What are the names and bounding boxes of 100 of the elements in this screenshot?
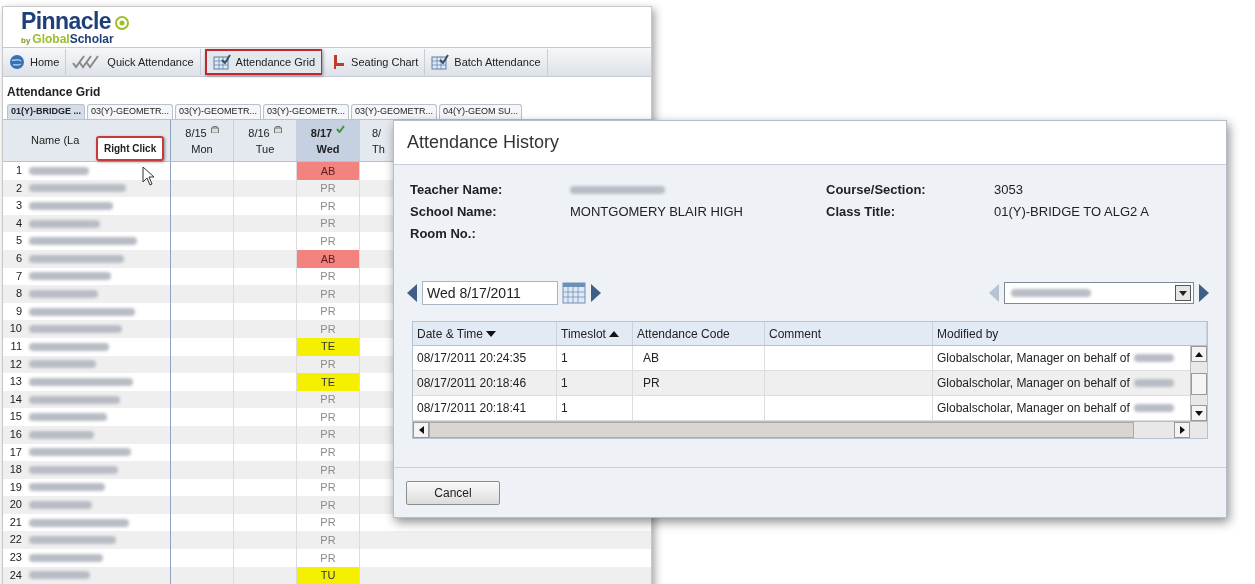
course-tab[interactable]: 03(Y)-GEOMETR... xyxy=(87,104,174,119)
cancel-button[interactable]: Cancel xyxy=(406,480,500,505)
row-number: 1 xyxy=(14,163,23,178)
blurred-text xyxy=(29,289,98,298)
toolbar-button[interactable]: Home xyxy=(3,49,67,75)
attendance-code[interactable]: PR xyxy=(297,232,359,250)
next-icon[interactable] xyxy=(590,283,602,303)
table-header[interactable]: Comment xyxy=(765,322,933,345)
scroll-left-icon xyxy=(418,426,424,434)
attendance-code[interactable]: PR xyxy=(297,302,359,321)
course-tab[interactable]: 03(Y)-GEOMETR... xyxy=(263,104,350,119)
row-number: 16 xyxy=(8,426,23,442)
column-header: Name (La xyxy=(31,133,80,149)
row-number: 22 xyxy=(8,532,23,548)
row-number: 20 xyxy=(8,497,23,513)
table-header[interactable]: Modified by xyxy=(933,322,1207,345)
scroll-down-icon xyxy=(1195,410,1203,416)
table-cell-text: Globalscholar, Manager on behalf of xyxy=(937,375,1130,392)
row-number: 6 xyxy=(14,250,23,266)
table-cell-text: Globalscholar, Manager on behalf of xyxy=(937,350,1130,367)
blurred-text xyxy=(29,501,92,510)
row-number: 4 xyxy=(14,215,23,231)
row-number: 13 xyxy=(8,374,23,390)
dropdown-icon xyxy=(1175,285,1191,301)
row-number: 18 xyxy=(8,462,23,478)
field-label: Course/Section: xyxy=(826,181,927,199)
vertical-scrollbar[interactable] xyxy=(1190,346,1207,421)
course-tab[interactable]: 03(Y)-GEOMETR... xyxy=(351,104,438,119)
table-header[interactable]: Timeslot xyxy=(557,322,633,345)
lock-icon xyxy=(273,124,282,133)
logo-title: Pinnacle xyxy=(21,9,111,33)
table-cell-text: 1 xyxy=(561,400,568,417)
row-number: 10 xyxy=(8,321,23,337)
right-click-callout: Right Click xyxy=(96,136,165,161)
day-name: Wed xyxy=(316,141,340,157)
table-cell-text: 08/17/2011 20:18:41 xyxy=(417,400,527,417)
student-dropdown[interactable] xyxy=(1004,282,1194,304)
toolbar-button[interactable]: Batch Attendance xyxy=(425,49,548,75)
table-cell-text: 1 xyxy=(561,350,568,367)
course-tab[interactable]: 01(Y)-BRIDGE ... xyxy=(7,104,85,119)
day-date: 8/ xyxy=(372,125,382,141)
row-number: 24 xyxy=(8,567,23,583)
table-cell-text: AB xyxy=(643,350,659,367)
scroll-right-icon xyxy=(1179,426,1185,434)
table-cell-text: 08/17/2011 20:24:35 xyxy=(417,350,527,367)
previous-icon[interactable] xyxy=(406,283,418,303)
dialog-title: Attendance History xyxy=(407,131,560,154)
attendance-code[interactable]: PR xyxy=(297,197,359,215)
attendance-code[interactable]: PR xyxy=(297,408,359,426)
field-label: Teacher Name: xyxy=(410,181,504,199)
row-number: 19 xyxy=(8,479,23,495)
row-number: 17 xyxy=(8,444,23,460)
attendance-code[interactable]: TE xyxy=(297,373,359,391)
table-header[interactable]: Attendance Code xyxy=(633,322,765,345)
table-cell-text: 08/17/2011 20:18:46 xyxy=(417,375,527,392)
field-value: 01(Y)-BRIDGE TO ALG2 A xyxy=(994,203,1149,221)
page-title: Attendance Grid xyxy=(6,84,102,101)
toolbar-button[interactable]: Seating Chart xyxy=(326,49,426,75)
calendar-icon[interactable] xyxy=(562,282,586,304)
blurred-text xyxy=(1133,404,1174,412)
attendance-code[interactable]: PR xyxy=(297,549,359,567)
field-label: Class Title: xyxy=(826,203,897,221)
date-field[interactable]: Wed 8/17/2011 xyxy=(422,281,558,305)
course-tab[interactable]: 04(Y)-GEOM SU... xyxy=(439,104,523,119)
attendance-code[interactable]: PR xyxy=(297,513,359,532)
blurred-text xyxy=(1133,379,1174,387)
toolbar-button[interactable]: Quick Attendance xyxy=(66,49,201,75)
attendance-code[interactable]: PR xyxy=(297,443,359,462)
day-date: 8/17 xyxy=(310,125,333,141)
attendance-code[interactable]: PR xyxy=(297,267,359,286)
row-number: 8 xyxy=(14,286,23,302)
next-icon[interactable] xyxy=(1198,283,1210,303)
check-icon xyxy=(336,124,346,133)
table-cell-text: PR xyxy=(643,375,660,392)
logo-icon xyxy=(115,16,129,30)
globe-icon xyxy=(9,54,25,70)
field-value: 3053 xyxy=(994,181,1023,199)
attendance-code[interactable]: AB xyxy=(297,162,359,180)
field-label: School Name: xyxy=(410,203,498,221)
row-number: 5 xyxy=(14,233,23,249)
field-value: MONTGOMERY BLAIR HIGH xyxy=(570,203,743,221)
row-number: 9 xyxy=(14,303,23,319)
horizontal-scrollbar[interactable] xyxy=(413,421,1207,438)
row-number: 21 xyxy=(8,514,23,530)
table-cell-text: Globalscholar, Manager on behalf of xyxy=(937,400,1130,417)
row-number: 14 xyxy=(8,391,23,407)
lock-icon xyxy=(210,124,219,133)
blurred-text xyxy=(29,166,89,175)
day-name: Th xyxy=(372,141,385,157)
course-tab[interactable]: 03(Y)-GEOMETR... xyxy=(175,104,262,119)
day-name: Mon xyxy=(191,141,213,157)
blurred-text xyxy=(29,430,94,439)
toolbar-button[interactable]: Attendance Grid xyxy=(204,49,323,75)
attendance-code[interactable]: PR xyxy=(297,478,359,497)
day-date: 8/15 xyxy=(185,125,207,141)
blurred-text xyxy=(29,360,96,369)
table-header[interactable]: Date & Time xyxy=(413,322,557,345)
table-cell-text: 1 xyxy=(561,375,568,392)
logo-by: by xyxy=(21,36,31,45)
day-date: 8/16 xyxy=(248,125,270,141)
